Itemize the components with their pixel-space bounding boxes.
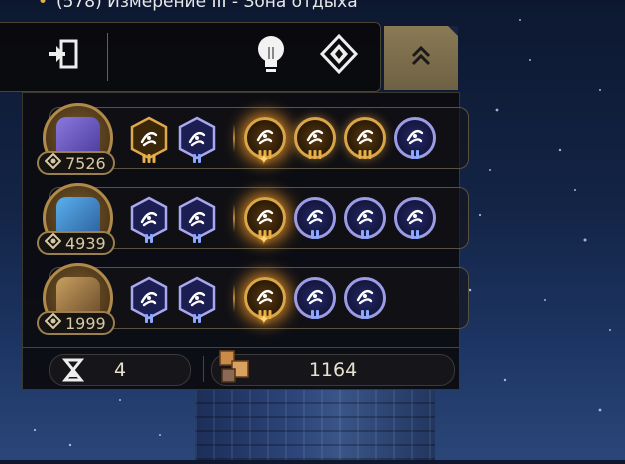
- square-link-icon: [304, 205, 326, 231]
- ability-slot[interactable]: [344, 117, 386, 159]
- ability-slot[interactable]: [129, 116, 169, 163]
- shatter-icon: [404, 125, 426, 151]
- chalice-icon: [354, 125, 376, 151]
- level-pips: [193, 154, 201, 163]
- turns-counter: 4: [49, 354, 191, 386]
- q-rune-icon: [354, 285, 376, 311]
- power-icon: [44, 152, 62, 173]
- vial-icon: [186, 287, 208, 309]
- turns-value: 4: [113, 359, 127, 381]
- crossed-swords-icon: [354, 205, 376, 231]
- score-value: 4939: [65, 233, 106, 253]
- hint-button[interactable]: [248, 33, 294, 79]
- level-pips: [193, 314, 201, 323]
- team-panel: 7526 4939 1999 ✦ ✦ ✦ 4 1164: [22, 92, 469, 390]
- resource-bar: 4 1164: [23, 347, 459, 390]
- level-pips: [193, 234, 201, 243]
- vortex-icon: [254, 125, 276, 151]
- level-pips: [361, 230, 369, 239]
- power-icon: [44, 312, 62, 333]
- claw-strike-icon: [304, 125, 326, 151]
- level-pips: [145, 314, 153, 323]
- currency-counter: 1164: [211, 350, 455, 386]
- ability-slot[interactable]: [294, 277, 336, 319]
- navigation-button[interactable]: [316, 33, 362, 79]
- ability-slot[interactable]: [129, 276, 169, 323]
- resource-divider: [203, 356, 204, 382]
- ability-slot[interactable]: [344, 197, 386, 239]
- toolbar-divider: [107, 33, 108, 81]
- ability-group-divider: [233, 284, 235, 312]
- team-score-3: 1999: [37, 311, 115, 335]
- level-pips: [308, 150, 322, 159]
- exit-button[interactable]: [40, 33, 86, 79]
- ability-slot[interactable]: [294, 117, 336, 159]
- ability-slot[interactable]: [177, 196, 217, 243]
- ability-slot[interactable]: [177, 276, 217, 323]
- diamond-emblem-icon: [318, 33, 360, 79]
- exit-door-icon: [43, 34, 83, 78]
- level-pips: [411, 150, 419, 159]
- star-sparkle-icon: ✦: [258, 152, 270, 168]
- spiral-icon: [404, 205, 426, 231]
- swirl-plus-icon: [186, 207, 208, 229]
- vortex-icon: [254, 205, 276, 231]
- level-pips: [145, 234, 153, 243]
- score-value: 7526: [65, 153, 106, 173]
- currency-value: 1164: [308, 359, 358, 381]
- top-toolbar: [0, 22, 381, 92]
- location-text: (578) Измерение III - Зона отдыха: [56, 0, 358, 12]
- level-pips: [142, 154, 156, 163]
- double-chevron-up-icon: [409, 44, 433, 72]
- cubes-icon: [214, 347, 256, 394]
- whirl-icon: [254, 285, 276, 311]
- ability-slot[interactable]: [294, 197, 336, 239]
- slash-swirl-icon: [186, 127, 208, 149]
- medical-cross-icon: [138, 287, 160, 309]
- ability-slot[interactable]: [394, 197, 436, 239]
- lightbulb-icon: [251, 32, 291, 80]
- ability-slot[interactable]: [177, 116, 217, 163]
- level-pips: [361, 310, 369, 319]
- sparkle-burst-icon: [138, 127, 160, 149]
- cloud-swirl-icon: [304, 285, 326, 311]
- star-sparkle-icon: ✦: [258, 232, 270, 248]
- ability-slot[interactable]: [394, 117, 436, 159]
- power-icon: [44, 232, 62, 253]
- level-pips: [311, 310, 319, 319]
- score-value: 1999: [65, 313, 106, 333]
- level-pips: [411, 230, 419, 239]
- level-pips: [358, 150, 372, 159]
- location-title: • (578) Измерение III - Зона отдыха: [38, 0, 358, 12]
- ability-slot[interactable]: [129, 196, 169, 243]
- team-score-2: 4939: [37, 231, 115, 255]
- level-pips: [311, 230, 319, 239]
- star-sparkle-icon: ✦: [258, 312, 270, 328]
- ability-group-divider: [233, 124, 235, 152]
- hourglass-icon: [61, 358, 85, 387]
- team-score-1: 7526: [37, 151, 115, 175]
- collapse-button[interactable]: [384, 26, 458, 90]
- droplet-icon: [138, 207, 160, 229]
- ability-group-divider: [233, 204, 235, 232]
- ability-slot[interactable]: [344, 277, 386, 319]
